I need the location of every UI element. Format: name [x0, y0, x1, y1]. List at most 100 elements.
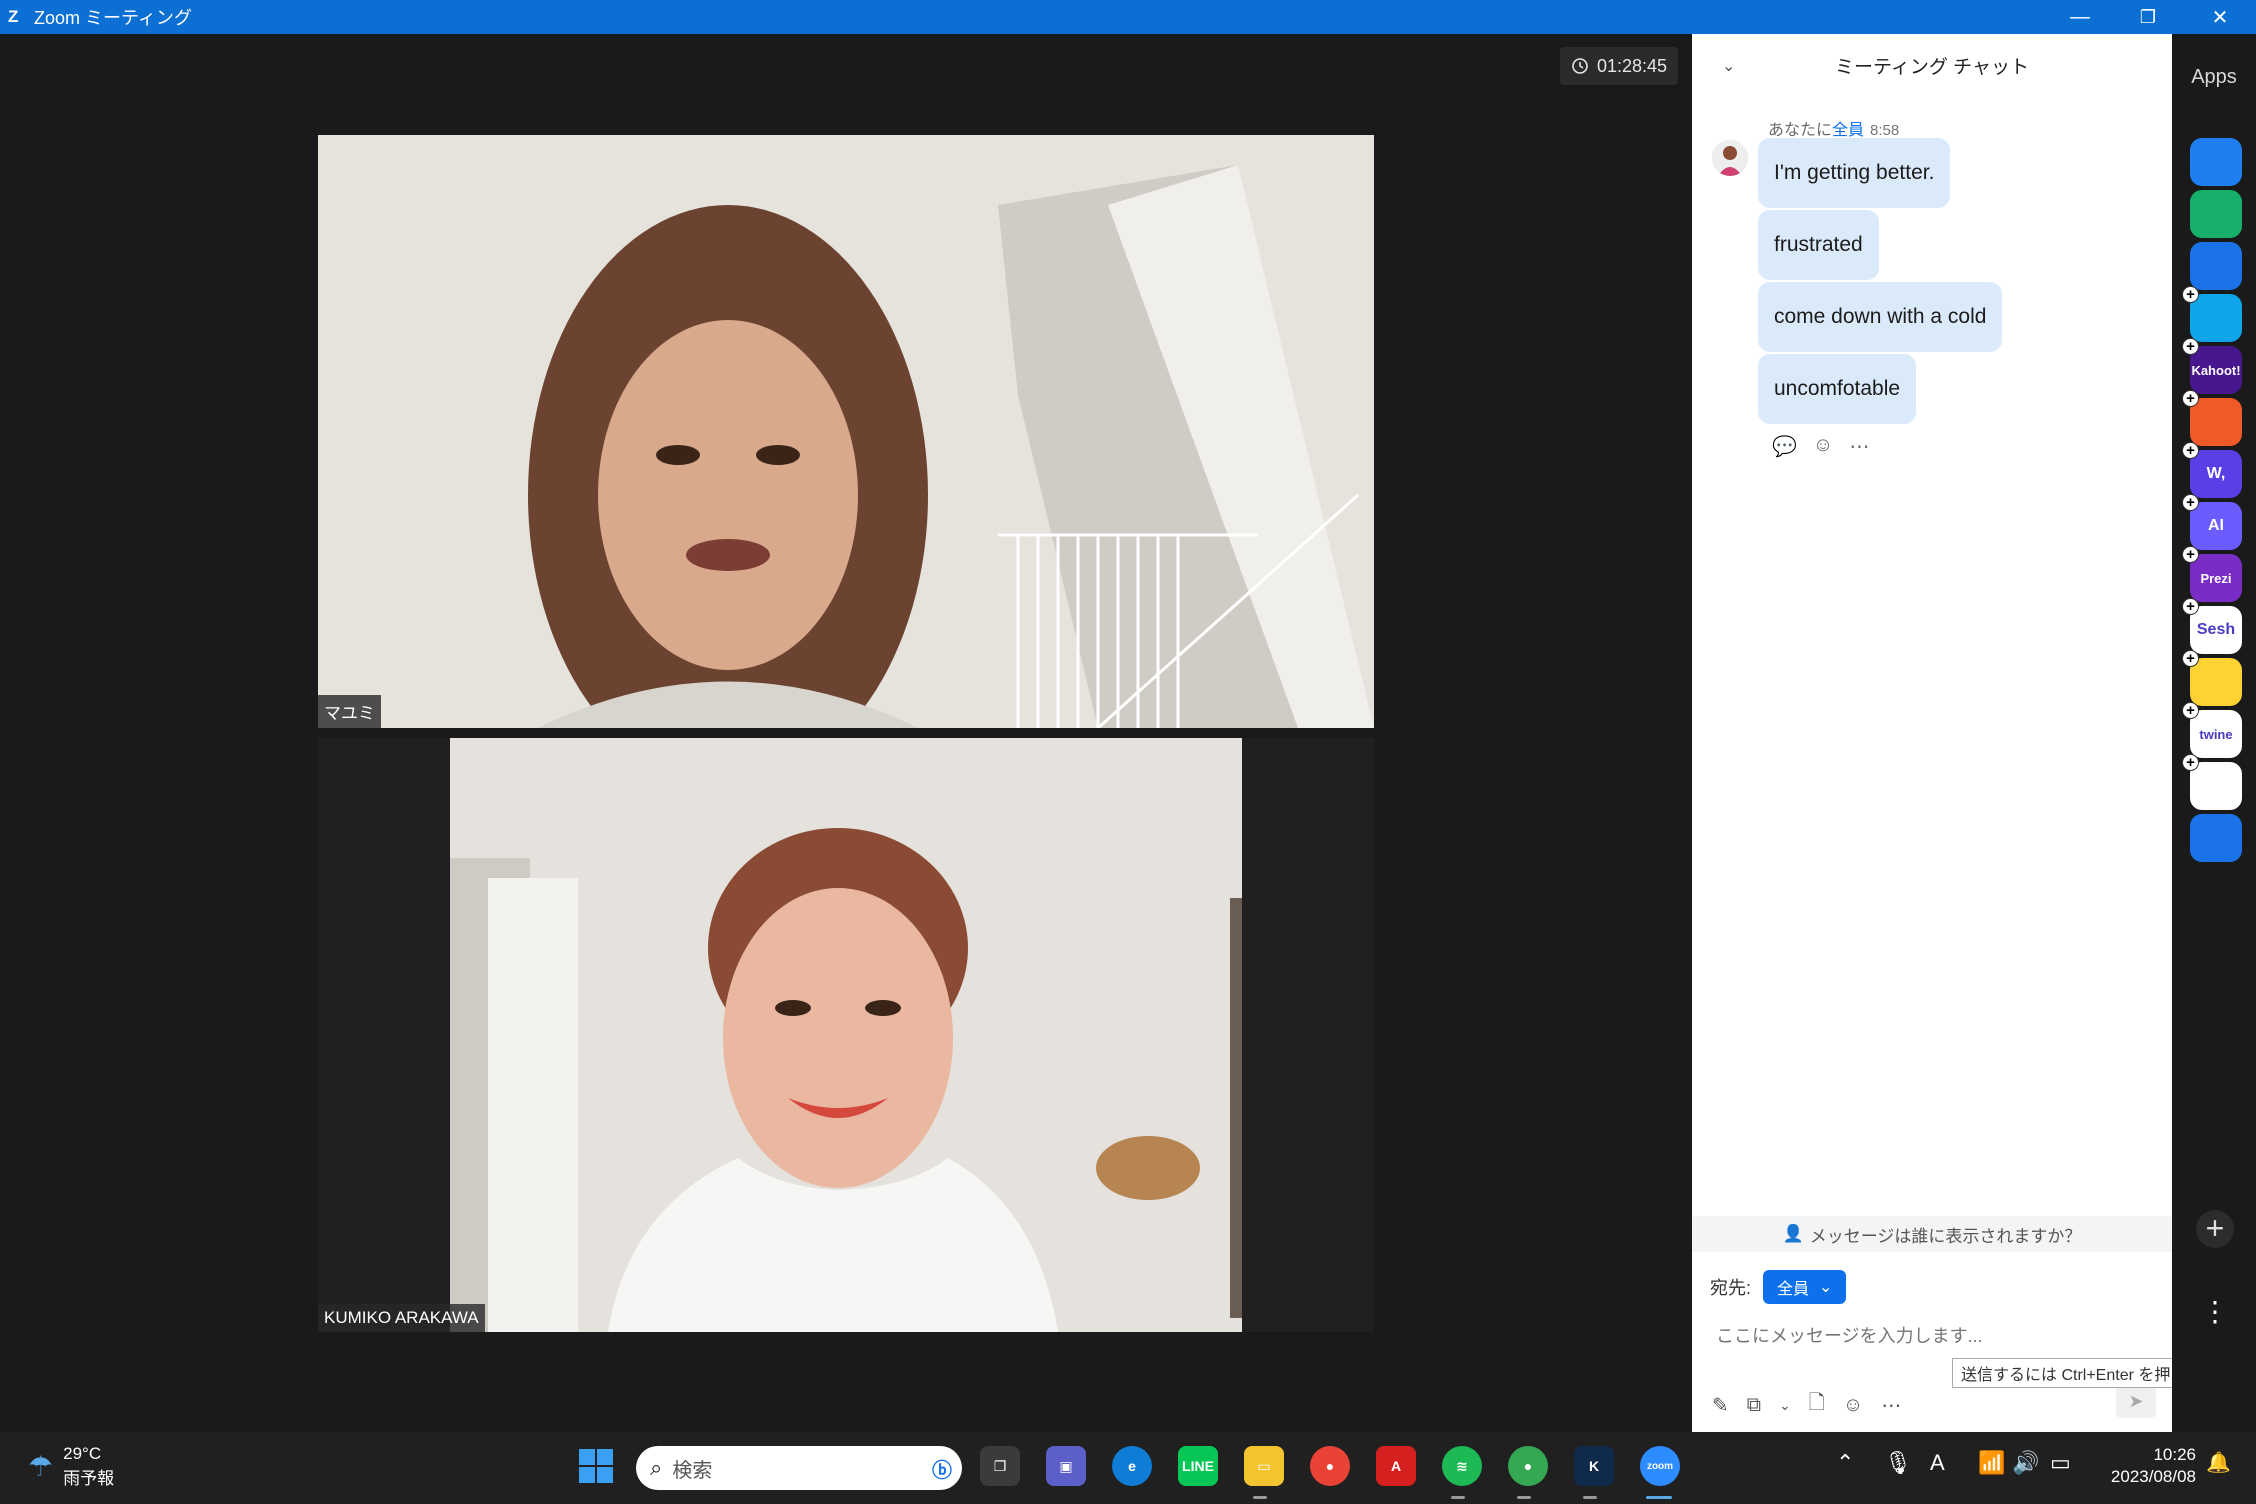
- chat-message-input[interactable]: [1716, 1316, 2146, 1356]
- grid-app[interactable]: +: [2182, 754, 2242, 810]
- running-indicator: [1583, 1496, 1597, 1499]
- bing-icon[interactable]: ⓑ: [932, 1454, 952, 1483]
- recipient-row: 宛先: 全員 ⌄: [1710, 1270, 1847, 1304]
- teams-icon[interactable]: ▣: [1046, 1446, 1086, 1486]
- input-toolbar: ✎ ⧉ ⌄ 🗋 ☺ ⋯: [1712, 1388, 1901, 1422]
- chevron-down-icon[interactable]: ⌄: [1779, 1397, 1791, 1414]
- clock-time: 10:26: [2153, 1445, 2196, 1464]
- zoom-taskbar-icon[interactable]: zoom: [1640, 1446, 1680, 1486]
- c-app[interactable]: +: [2182, 390, 2242, 446]
- video-tile-mayumi[interactable]: マユミ: [318, 135, 1374, 728]
- participant-name: マユミ: [318, 695, 381, 728]
- ai-app[interactable]: AI +: [2182, 494, 2242, 550]
- file-icon[interactable]: 🗋: [1809, 1388, 1825, 1422]
- reply-icon[interactable]: 💬: [1772, 434, 1797, 459]
- kindle-icon[interactable]: K: [1574, 1446, 1614, 1486]
- app-label: Prezi: [2200, 570, 2232, 586]
- w-app[interactable]: W, +: [2182, 442, 2242, 498]
- running-indicator: [1451, 1496, 1465, 1499]
- volume-icon[interactable]: 🔊: [2012, 1450, 2039, 1476]
- install-plus-icon: +: [2182, 650, 2199, 667]
- clock-icon: [1572, 58, 1588, 74]
- ime-indicator[interactable]: A: [1930, 1450, 1945, 1476]
- message-time: 8:58: [1870, 122, 1900, 139]
- battery-icon[interactable]: ▭: [2050, 1450, 2071, 1476]
- p-app[interactable]: [2190, 190, 2242, 238]
- weather-widget[interactable]: ☂ 29°C 雨予報: [28, 1444, 114, 1489]
- active-indicator: [1646, 1496, 1672, 1499]
- apps-title: Apps: [2191, 66, 2237, 88]
- prezi-app[interactable]: Prezi +: [2182, 546, 2242, 602]
- install-plus-icon: +: [2182, 546, 2199, 563]
- participant-video: [318, 738, 1374, 1332]
- sender-recipient[interactable]: 全員: [1832, 122, 1864, 139]
- app-label: W,: [2206, 465, 2226, 482]
- more-options-icon[interactable]: ⋯: [1849, 434, 1869, 459]
- app-label: Kahoot!: [2191, 362, 2241, 378]
- file-explorer-icon[interactable]: ▭: [1244, 1446, 1284, 1486]
- task-view-icon[interactable]: ❐: [980, 1446, 1020, 1486]
- chat-message[interactable]: frustrated: [1758, 210, 1879, 280]
- install-plus-icon: +: [2182, 286, 2199, 303]
- notifications-icon[interactable]: 🔔: [2206, 1450, 2231, 1475]
- edge-icon[interactable]: e: [1112, 1446, 1152, 1486]
- show-hidden-icons-chevron[interactable]: ⌃: [1836, 1450, 1854, 1476]
- more-icon[interactable]: ⋯: [1881, 1393, 1901, 1418]
- who-can-see-messages-link[interactable]: 👤 メッセージは誰に表示されますか？: [1692, 1216, 2172, 1252]
- chat-header: ⌄ ミーティング チャット: [1692, 34, 2172, 96]
- sesh-app[interactable]: Sesh +: [2182, 598, 2242, 654]
- chrome-profile-icon[interactable]: ●: [1508, 1446, 1548, 1486]
- stopwatch-app[interactable]: [2190, 814, 2242, 862]
- emoji-app[interactable]: +: [2182, 650, 2242, 706]
- temperature: 29°C: [63, 1444, 102, 1463]
- windows-start-icon[interactable]: [576, 1446, 616, 1486]
- avatar: [1712, 140, 1748, 176]
- person-icon: 👤: [1782, 1224, 1804, 1243]
- minimize-button[interactable]: —: [2048, 0, 2112, 34]
- close-button[interactable]: ✕: [2188, 0, 2252, 34]
- chevron-down-icon[interactable]: ⌄: [1722, 56, 1735, 76]
- install-plus-icon: +: [2182, 702, 2199, 719]
- timer-app[interactable]: [2190, 242, 2242, 290]
- spotify-icon[interactable]: ≋: [1442, 1446, 1482, 1486]
- add-reaction-icon[interactable]: ☺: [1813, 434, 1833, 459]
- app-label: AI: [2208, 517, 2224, 534]
- twine-app[interactable]: twine +: [2182, 702, 2242, 758]
- chrome-icon[interactable]: ●: [1310, 1446, 1350, 1486]
- flag-app[interactable]: +: [2182, 286, 2242, 342]
- install-plus-icon: +: [2182, 754, 2199, 771]
- restore-button[interactable]: ❐: [2116, 0, 2180, 34]
- acrobat-icon[interactable]: A: [1376, 1446, 1416, 1486]
- elapsed-time: 01:28:45: [1596, 55, 1668, 76]
- message-sender-line: あなたに全員 8:58: [1768, 116, 1899, 140]
- search-placeholder: 検索: [672, 1459, 713, 1482]
- wifi-icon[interactable]: 📶: [1978, 1450, 2005, 1476]
- install-plus-icon: +: [2182, 338, 2199, 355]
- microphone-icon[interactable]: 🎙: [1884, 1450, 1912, 1476]
- smiley-app[interactable]: [2190, 138, 2242, 186]
- add-app-button[interactable]: +: [2196, 1210, 2234, 1248]
- apps-sidebar: Apps + Kahoot! + + W, + AI + Prezi + Sesh + + twine + +…: [2172, 34, 2256, 1432]
- line-icon[interactable]: LINE: [1178, 1446, 1218, 1486]
- sender-prefix: あなたに: [1768, 122, 1833, 139]
- format-text-icon[interactable]: ✎: [1712, 1393, 1729, 1418]
- meeting-view: 01:28:45 マユミ KUMIKO ARAKAWA: [0, 34, 1692, 1432]
- chat-message[interactable]: uncomfotable: [1758, 354, 1917, 424]
- video-tile-kumiko[interactable]: KUMIKO ARAKAWA: [318, 738, 1374, 1332]
- app-label: twine: [2199, 726, 2233, 742]
- chat-message[interactable]: I'm getting better.: [1758, 138, 1951, 208]
- taskbar-clock[interactable]: 10:26 2023/08/08: [2096, 1444, 2196, 1488]
- more-vertical-icon[interactable]: ⋮: [2196, 1298, 2234, 1326]
- recipient-select[interactable]: 全員 ⌄: [1763, 1270, 1847, 1304]
- taskbar-search[interactable]: ⌕ 検索 ⓑ: [636, 1446, 962, 1490]
- chat-message[interactable]: come down with a cold: [1758, 282, 2003, 352]
- chat-title: ミーティング チャット: [1835, 56, 2029, 78]
- weather-condition: 雨予報: [63, 1469, 115, 1488]
- window-titlebar: Z Zoom ミーティング — ❐ ✕: [0, 0, 2256, 34]
- send-button[interactable]: ➤: [2116, 1384, 2156, 1418]
- screenshot-icon[interactable]: ⧉: [1747, 1394, 1761, 1417]
- windows-taskbar: ☂ 29°C 雨予報 ⌕ 検索 ⓑ ❐ ▣ e LINE ▭ ● A ≋ ● K…: [0, 1432, 2256, 1504]
- emoji-icon[interactable]: ☺: [1843, 1394, 1863, 1417]
- kahoot-app[interactable]: Kahoot! +: [2182, 338, 2242, 394]
- meeting-timer[interactable]: 01:28:45: [1560, 47, 1678, 85]
